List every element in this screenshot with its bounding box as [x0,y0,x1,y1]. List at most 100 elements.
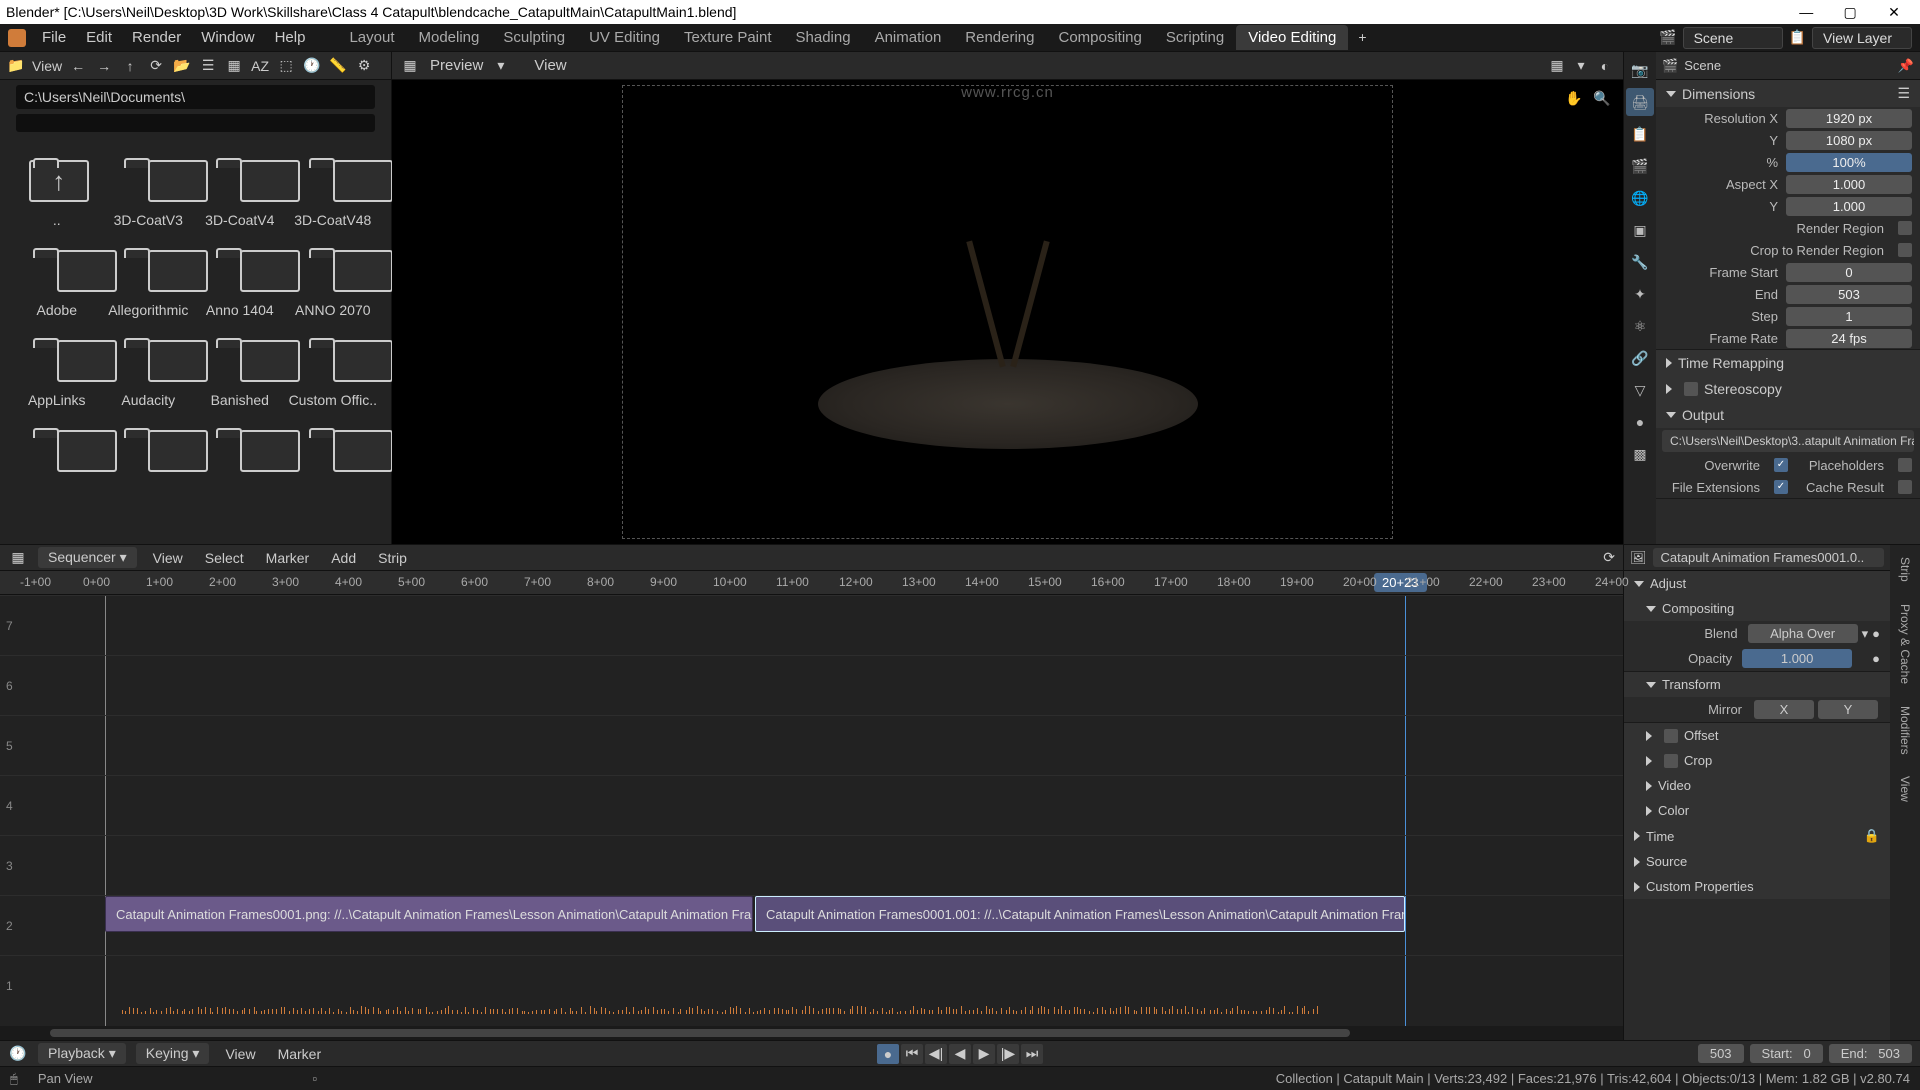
tab-videoediting[interactable]: Video Editing [1236,25,1348,50]
start-frame-input[interactable]: Start: 0 [1750,1044,1823,1063]
prev-keyframe-button[interactable]: ◀| [925,1044,947,1064]
compositing-header[interactable]: Compositing [1624,596,1890,621]
sort-alpha-icon[interactable]: AZ [250,56,270,76]
tab-modeling[interactable]: Modeling [407,25,492,50]
folder-item[interactable] [12,416,102,488]
pan-icon[interactable]: ✋ [1565,90,1585,110]
fb-view-menu[interactable]: View [32,58,62,74]
tab-strip[interactable]: Strip [1896,551,1914,588]
nav-up-icon[interactable]: ↑ [120,56,140,76]
scene-selector[interactable]: Scene [1683,27,1783,49]
new-folder-icon[interactable]: 📂 [172,56,192,76]
playback-menu[interactable]: Playback ▾ [38,1043,126,1064]
tab-uvediting[interactable]: UV Editing [577,25,672,50]
tab-shading[interactable]: Shading [784,25,863,50]
nav-back-icon[interactable]: ← [68,56,88,76]
tab-scripting[interactable]: Scripting [1154,25,1236,50]
folder-item[interactable]: AppLinks [12,326,102,414]
folder-item[interactable] [287,416,379,488]
mirror-x-button[interactable]: X [1754,700,1814,719]
folder-item[interactable]: Audacity [104,326,194,414]
preview-canvas[interactable]: www.rrcg.cn ✋ 🔍 [392,80,1623,544]
tab-compositing[interactable]: Compositing [1047,25,1154,50]
display-list-icon[interactable]: ☰ [198,56,218,76]
folder-item[interactable]: 3D-CoatV3 [104,146,194,234]
folder-item[interactable]: Custom Offic.. [287,326,379,414]
jump-start-button[interactable]: ⏮ [901,1044,923,1064]
menu-render[interactable]: Render [124,25,189,50]
folder-item[interactable] [104,416,194,488]
view-channels-icon[interactable]: ▦ [1547,56,1567,76]
crop-header[interactable]: Crop [1624,748,1890,773]
tab-viewlayer-icon[interactable]: 📋 [1626,120,1654,148]
stereoscopy-header[interactable]: Stereoscopy [1656,376,1920,402]
tab-material-icon[interactable]: ● [1626,408,1654,436]
output-header[interactable]: Output [1656,402,1920,428]
folder-item[interactable]: Anno 1404 [195,236,285,324]
aspect-y-input[interactable]: 1.000 [1786,197,1912,216]
video-header[interactable]: Video [1624,773,1890,798]
transform-header[interactable]: Transform [1624,672,1890,697]
image-strip-selected[interactable]: Catapult Animation Frames0001.001: //..\… [755,896,1405,932]
tab-world-icon[interactable]: 🌐 [1626,184,1654,212]
next-keyframe-button[interactable]: |▶ [997,1044,1019,1064]
nav-forward-icon[interactable]: → [94,56,114,76]
end-frame-input[interactable]: End: 503 [1829,1044,1912,1063]
seq-view-menu[interactable]: View [147,548,189,568]
menu-edit[interactable]: Edit [78,25,120,50]
sequencer-tracks[interactable]: 7 6 5 4 3 2 Catapult Animation Frames000… [0,595,1623,1026]
zoom-icon[interactable]: 🔍 [1593,90,1613,110]
tab-sculpting[interactable]: Sculpting [491,25,577,50]
color-header[interactable]: Color [1624,798,1890,823]
folder-item[interactable]: Allegorithmic [104,236,194,324]
editor-type-icon[interactable]: 🕐 [8,1044,28,1064]
time-remapping-header[interactable]: Time Remapping [1656,350,1920,376]
tab-particles-icon[interactable]: ✦ [1626,280,1654,308]
play-button[interactable]: ▶ [973,1044,995,1064]
sequencer-mode[interactable]: Sequencer ▾ [38,547,137,568]
tab-scene-icon[interactable]: 🎬 [1626,152,1654,180]
filter-icon[interactable]: ⚙ [354,56,374,76]
offset-header[interactable]: Offset [1624,723,1890,748]
seq-strip-menu[interactable]: Strip [372,548,413,568]
display-grid-icon[interactable]: ▦ [224,56,244,76]
tab-constraints-icon[interactable]: 🔗 [1626,344,1654,372]
tab-data-icon[interactable]: ▽ [1626,376,1654,404]
preview-view-menu[interactable]: View [534,57,566,74]
tab-texture-icon[interactable]: ▩ [1626,440,1654,468]
menu-file[interactable]: File [34,25,74,50]
preview-mode[interactable]: Preview [430,57,483,74]
close-button[interactable]: ✕ [1874,4,1914,21]
tab-output-icon[interactable]: 🖨 [1626,88,1654,116]
view-overlay-icon[interactable]: ▾ [1571,56,1591,76]
folder-item[interactable]: ANNO 2070 [287,236,379,324]
custom-props-header[interactable]: Custom Properties [1624,874,1890,899]
cache-check[interactable] [1898,480,1912,494]
tab-modifiers-icon[interactable]: 🔧 [1626,248,1654,276]
tab-view[interactable]: View [1896,770,1914,808]
folder-item[interactable]: 3D-CoatV4 [195,146,285,234]
scrollbar-thumb[interactable] [50,1029,1350,1037]
current-frame-input[interactable]: 503 [1698,1044,1744,1063]
scene-breadcrumb[interactable]: Scene [1684,58,1721,73]
play-reverse-button[interactable]: ◀ [949,1044,971,1064]
file-ext-check[interactable] [1774,480,1788,494]
output-path-input[interactable]: C:\Users\Neil\Desktop\3..atapult Animati… [1662,430,1914,452]
timeline-marker-menu[interactable]: Marker [272,1044,328,1064]
frame-start-input[interactable]: 0 [1786,263,1912,282]
tab-object-icon[interactable]: ▣ [1626,216,1654,244]
pin-icon[interactable]: 📌 [1898,58,1914,74]
editor-type-icon[interactable]: 📁 [6,56,26,76]
view-gizmo-icon[interactable]: ◐ [1595,56,1615,76]
add-workspace-button[interactable]: + [1348,25,1376,50]
folder-item[interactable]: 3D-CoatV48 [287,146,379,234]
editor-type-icon[interactable]: ▦ [8,548,28,568]
seq-marker-menu[interactable]: Marker [260,548,316,568]
maximize-button[interactable]: ▢ [1830,4,1870,21]
strip-name-input[interactable]: Catapult Animation Frames0001.0.. [1653,548,1884,567]
tab-animation[interactable]: Animation [863,25,954,50]
dimensions-header[interactable]: Dimensions☰ [1656,80,1920,107]
frame-end-input[interactable]: 503 [1786,285,1912,304]
sequencer-ruler[interactable]: 20+23 -1+000+001+002+003+004+005+006+007… [0,571,1623,595]
sort-size-icon[interactable]: 📏 [328,56,348,76]
